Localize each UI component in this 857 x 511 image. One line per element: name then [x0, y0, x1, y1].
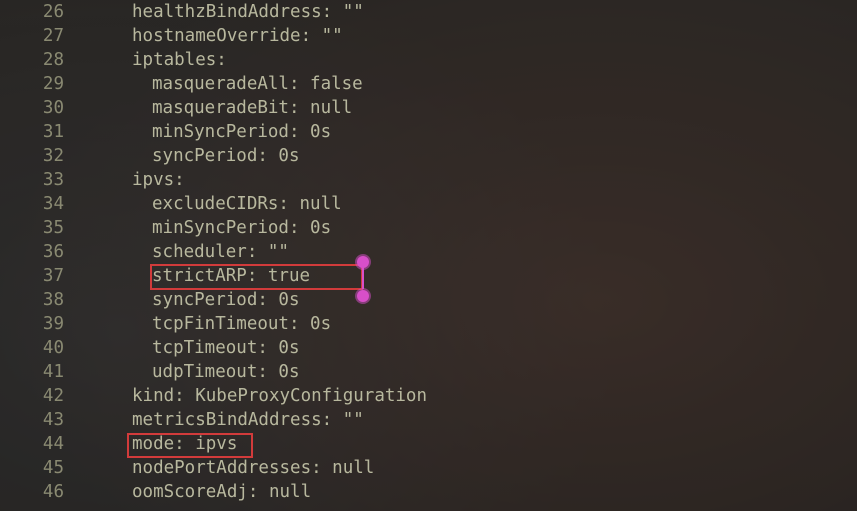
line-number: 32: [0, 146, 92, 166]
line-number: 28: [0, 50, 92, 70]
code-line[interactable]: 39 tcpFinTimeout: 0s: [0, 312, 857, 336]
code-line[interactable]: 37 strictARP: true: [0, 264, 857, 288]
line-number: 38: [0, 290, 92, 310]
code-line[interactable]: 36 scheduler: "": [0, 240, 857, 264]
code-line[interactable]: 31 minSyncPeriod: 0s: [0, 120, 857, 144]
code-text: masqueradeAll: false: [92, 74, 363, 94]
code-text: udpTimeout: 0s: [92, 362, 300, 382]
code-text: masqueradeBit: null: [92, 98, 352, 118]
code-line[interactable]: 43 metricsBindAddress: "": [0, 408, 857, 432]
line-number: 39: [0, 314, 92, 334]
selection-handle-icon[interactable]: [357, 256, 369, 268]
code-line[interactable]: 44 mode: ipvs: [0, 432, 857, 456]
line-number: 31: [0, 122, 92, 142]
line-number: 44: [0, 434, 92, 454]
code-text: ipvs:: [92, 170, 185, 190]
code-line[interactable]: 30 masqueradeBit: null: [0, 96, 857, 120]
line-number: 34: [0, 194, 92, 214]
code-text: nodePortAddresses: null: [92, 458, 374, 478]
code-line[interactable]: 41 udpTimeout: 0s: [0, 360, 857, 384]
code-line[interactable]: 26 healthzBindAddress: "": [0, 0, 857, 24]
code-line[interactable]: 46 oomScoreAdj: null: [0, 480, 857, 504]
code-line[interactable]: 35 minSyncPeriod: 0s: [0, 216, 857, 240]
selection-handle-icon[interactable]: [357, 290, 369, 302]
code-line[interactable]: 34 excludeCIDRs: null: [0, 192, 857, 216]
line-number: 27: [0, 26, 92, 46]
code-text: minSyncPeriod: 0s: [92, 122, 331, 142]
code-text: tcpFinTimeout: 0s: [92, 314, 331, 334]
code-line[interactable]: 32 syncPeriod: 0s: [0, 144, 857, 168]
code-line[interactable]: 28 iptables:: [0, 48, 857, 72]
code-text: syncPeriod: 0s: [92, 146, 300, 166]
line-number: 29: [0, 74, 92, 94]
code-line[interactable]: 42 kind: KubeProxyConfiguration: [0, 384, 857, 408]
code-line[interactable]: 40 tcpTimeout: 0s: [0, 336, 857, 360]
code-line[interactable]: 29 masqueradeAll: false: [0, 72, 857, 96]
line-number: 41: [0, 362, 92, 382]
code-line[interactable]: 27 hostnameOverride: "": [0, 24, 857, 48]
code-text: excludeCIDRs: null: [92, 194, 342, 214]
code-text: minSyncPeriod: 0s: [92, 218, 331, 238]
code-text: kind: KubeProxyConfiguration: [92, 386, 427, 406]
code-text: healthzBindAddress: "": [92, 2, 364, 22]
line-number: 37: [0, 266, 92, 286]
code-text: metricsBindAddress: "": [92, 410, 364, 430]
code-text: syncPeriod: 0s: [92, 290, 300, 310]
line-number: 43: [0, 410, 92, 430]
line-number: 35: [0, 218, 92, 238]
text-cursor[interactable]: [362, 265, 364, 289]
code-text: strictARP: true: [92, 266, 310, 286]
code-text: hostnameOverride: "": [92, 26, 343, 46]
code-text: tcpTimeout: 0s: [92, 338, 300, 358]
line-number: 45: [0, 458, 92, 478]
code-line[interactable]: 38 syncPeriod: 0s: [0, 288, 857, 312]
line-number: 46: [0, 482, 92, 502]
code-editor[interactable]: 26 healthzBindAddress: "" 27 hostnameOve…: [0, 0, 857, 511]
code-line[interactable]: 45 nodePortAddresses: null: [0, 456, 857, 480]
line-number: 30: [0, 98, 92, 118]
code-text: scheduler: "": [92, 242, 289, 262]
line-number: 26: [0, 2, 92, 22]
line-number: 36: [0, 242, 92, 262]
code-line[interactable]: 33 ipvs:: [0, 168, 857, 192]
line-number: 40: [0, 338, 92, 358]
code-text: iptables:: [92, 50, 227, 70]
line-number: 33: [0, 170, 92, 190]
code-text: oomScoreAdj: null: [92, 482, 311, 502]
code-text: mode: ipvs: [92, 434, 237, 454]
line-number: 42: [0, 386, 92, 406]
